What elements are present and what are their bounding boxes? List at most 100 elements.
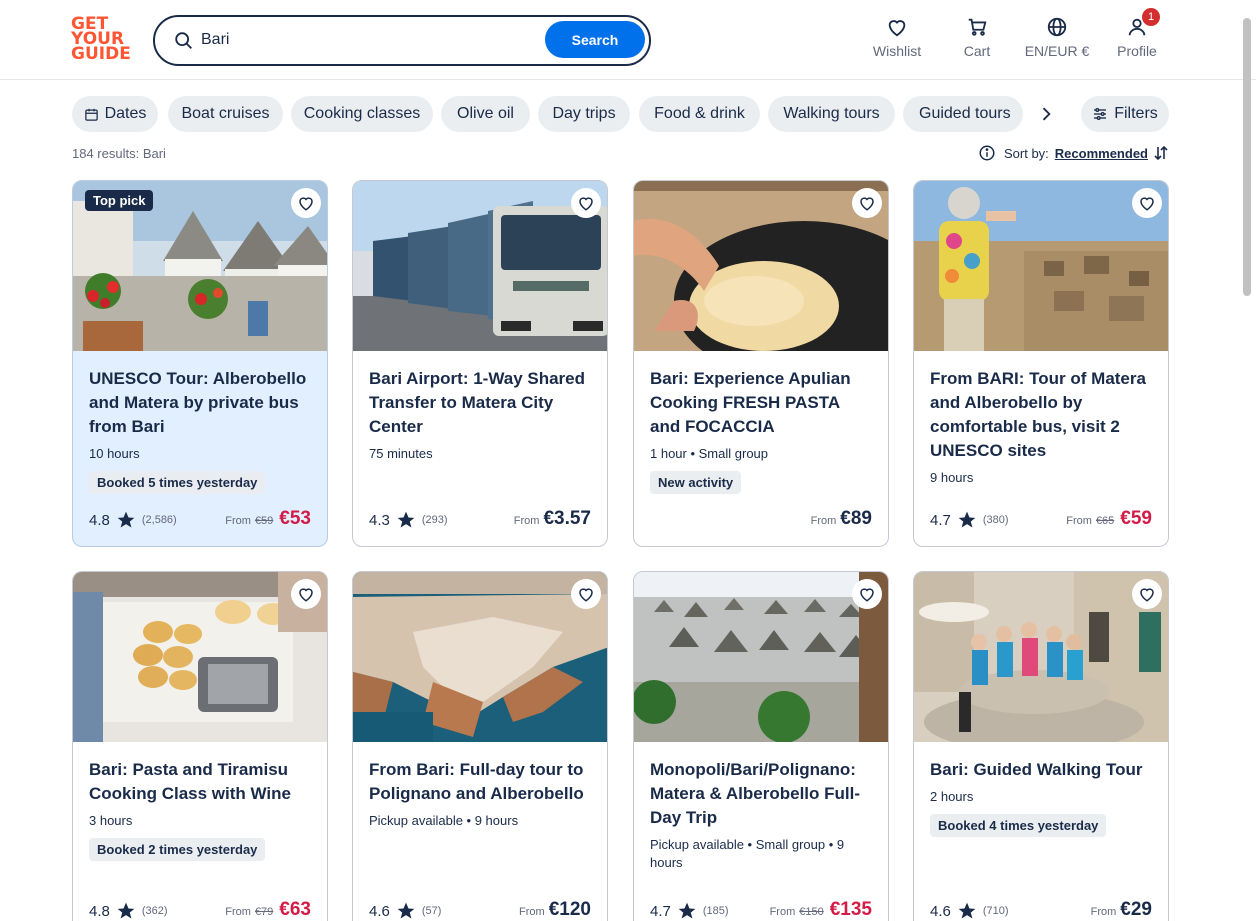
language-label: EN/EUR € xyxy=(1024,43,1090,59)
scrollbar-thumb[interactable] xyxy=(1243,18,1251,296)
rating-value: 4.7 xyxy=(650,902,671,920)
star-icon xyxy=(958,511,976,528)
activity-card[interactable]: Bari Airport: 1-Way Shared Transfer to M… xyxy=(352,180,608,547)
sort-control[interactable]: Sort by: Recommended xyxy=(978,144,1168,162)
activity-title[interactable]: Monopoli/Bari/Polignano: Matera & Albero… xyxy=(650,758,872,830)
chip-walking-tours[interactable]: Walking tours xyxy=(768,96,895,132)
activity-image[interactable] xyxy=(634,181,888,351)
profile-link[interactable]: 1 Profile xyxy=(1097,8,1177,59)
chip-label: Guided tours xyxy=(919,105,1011,122)
price-from: From xyxy=(810,515,837,527)
price-from: From xyxy=(519,906,545,918)
price: From €150 €135 xyxy=(770,899,872,921)
card-footer: 4.6 (710) From €29 xyxy=(930,897,1152,921)
wishlist-link[interactable]: Wishlist xyxy=(857,16,937,59)
activity-card[interactable]: From BARI: Tour of Matera and Alberobell… xyxy=(913,180,1169,547)
activity-image[interactable]: Top pick xyxy=(73,181,327,351)
search-input[interactable] xyxy=(201,26,521,54)
globe-icon xyxy=(1047,17,1067,37)
search-bar: Search xyxy=(153,15,651,66)
wishlist-toggle[interactable] xyxy=(1132,188,1162,218)
language-currency-link[interactable]: EN/EUR € xyxy=(1017,16,1097,59)
old-price: €59 xyxy=(254,515,274,527)
price-value: €89 xyxy=(840,508,872,529)
card-body: Bari: Experience Apulian Cooking FRESH P… xyxy=(650,367,872,494)
review-count: (362) xyxy=(141,905,168,917)
activity-image[interactable] xyxy=(914,181,1168,351)
activity-card[interactable]: Monopoli/Bari/Polignano: Matera & Albero… xyxy=(633,571,889,921)
activity-card[interactable]: From Bari: Full-day tour to Polignano an… xyxy=(352,571,608,921)
review-count: (293) xyxy=(421,514,448,526)
activity-meta: 10 hours xyxy=(89,446,140,461)
activity-image[interactable] xyxy=(73,572,327,742)
rating: 4.8 (2,586) xyxy=(89,510,177,530)
sort-value[interactable]: Recommended xyxy=(1055,146,1148,161)
top-header: GET YOUR GUIDE Search Wishlist Cart EN/E… xyxy=(0,0,1256,80)
filters-button[interactable]: Filters xyxy=(1081,96,1169,132)
activity-card[interactable]: Bari: Guided Walking Tour 2 hours Booked… xyxy=(913,571,1169,921)
chip-dates[interactable]: Dates xyxy=(72,96,158,132)
chip-boat-cruises[interactable]: Boat cruises xyxy=(168,96,283,132)
activity-title[interactable]: From BARI: Tour of Matera and Alberobell… xyxy=(930,367,1152,463)
card-body: UNESCO Tour: Alberobello and Matera by p… xyxy=(89,367,311,494)
review-count: (57) xyxy=(421,905,442,917)
activity-image[interactable] xyxy=(353,572,607,742)
price-from: From xyxy=(769,906,796,918)
card-footer: 4.3 (293) From €3.57 xyxy=(369,506,591,530)
chip-cooking-classes[interactable]: Cooking classes xyxy=(291,96,433,132)
card-footer: 4.8 (2,586) From €59 €53 xyxy=(89,506,311,530)
chip-label: Day trips xyxy=(552,105,616,122)
activity-card[interactable]: Bari: Pasta and Tiramisu Cooking Class w… xyxy=(72,571,328,921)
info-icon[interactable] xyxy=(978,144,996,162)
rating-value: 4.8 xyxy=(89,511,110,529)
getyourguide-logo[interactable]: GET YOUR GUIDE xyxy=(71,16,131,63)
search-button[interactable]: Search xyxy=(545,21,645,58)
chip-olive-oil[interactable]: Olive oil xyxy=(441,96,530,132)
heart-icon xyxy=(1140,588,1154,602)
heart-icon xyxy=(860,588,874,602)
wishlist-toggle[interactable] xyxy=(852,188,882,218)
wishlist-toggle[interactable] xyxy=(1132,579,1162,609)
price-from: From xyxy=(225,515,251,527)
heart-icon xyxy=(1140,197,1154,211)
activity-title[interactable]: UNESCO Tour: Alberobello and Matera by p… xyxy=(89,367,311,439)
rating: 4.6 (710) xyxy=(930,901,1009,921)
chip-label: Olive oil xyxy=(457,105,514,122)
chip-label: Food & drink xyxy=(654,105,745,122)
chip-guided-tours[interactable]: Guided tours xyxy=(903,96,1023,132)
activity-title[interactable]: From Bari: Full-day tour to Polignano an… xyxy=(369,758,591,806)
price-value: €135 xyxy=(829,899,872,920)
activity-card[interactable]: Top pick UNESCO Tour: Alberobello and Ma… xyxy=(72,180,328,547)
activity-title[interactable]: Bari: Pasta and Tiramisu Cooking Class w… xyxy=(89,758,311,806)
rating-value: 4.6 xyxy=(369,902,390,920)
chip-food-drink[interactable]: Food & drink xyxy=(639,96,760,132)
booking-tag: Booked 5 times yesterday xyxy=(89,471,266,494)
results-count: 184 results: Bari xyxy=(72,146,166,161)
booking-tag: Booked 4 times yesterday xyxy=(930,814,1107,837)
activity-image[interactable] xyxy=(353,181,607,351)
activity-meta: Pickup available • 9 hours xyxy=(369,813,519,828)
rating-value: 4.8 xyxy=(89,902,110,920)
card-body: Bari: Pasta and Tiramisu Cooking Class w… xyxy=(89,758,311,861)
wishlist-toggle[interactable] xyxy=(291,188,321,218)
cart-link[interactable]: Cart xyxy=(937,16,1017,59)
price-value: €3.57 xyxy=(543,508,591,529)
price-value: €59 xyxy=(1120,508,1152,529)
activity-image[interactable] xyxy=(634,572,888,742)
activity-title[interactable]: Bari: Guided Walking Tour xyxy=(930,758,1152,782)
chevron-right-icon[interactable] xyxy=(1036,104,1056,124)
activity-image[interactable] xyxy=(914,572,1168,742)
review-count: (185) xyxy=(702,905,729,917)
wishlist-toggle[interactable] xyxy=(852,579,882,609)
booking-tag: Booked 2 times yesterday xyxy=(89,838,266,861)
wishlist-toggle[interactable] xyxy=(571,188,601,218)
review-count: (2,586) xyxy=(141,514,177,526)
chip-day-trips[interactable]: Day trips xyxy=(538,96,630,132)
wishlist-toggle[interactable] xyxy=(291,579,321,609)
activity-title[interactable]: Bari Airport: 1-Way Shared Transfer to M… xyxy=(369,367,591,439)
wishlist-toggle[interactable] xyxy=(571,579,601,609)
activity-title[interactable]: Bari: Experience Apulian Cooking FRESH P… xyxy=(650,367,872,439)
activity-card[interactable]: Bari: Experience Apulian Cooking FRESH P… xyxy=(633,180,889,547)
sort-arrows-icon[interactable] xyxy=(1154,145,1168,161)
filter-chips-row: Dates Boat cruises Cooking classes Olive… xyxy=(72,96,1170,132)
